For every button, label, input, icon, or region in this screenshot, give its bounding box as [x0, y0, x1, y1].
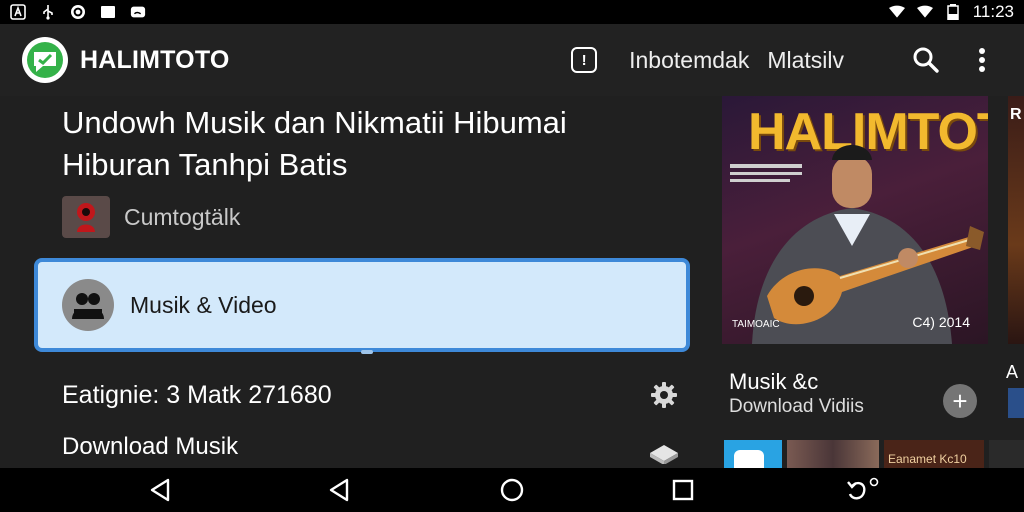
- section-subtitle: Download Vidiis: [729, 396, 864, 417]
- author-row[interactable]: Cumtogtälk: [62, 196, 240, 238]
- peek-mini-thumbnail[interactable]: [1008, 388, 1024, 418]
- wifi-icon: [888, 4, 905, 20]
- status-clock: 11:23: [972, 2, 1014, 21]
- meta-row: Eatignie: 3 Matk 271680: [62, 378, 682, 412]
- usb-icon: [40, 4, 56, 20]
- search-icon: [913, 47, 939, 73]
- back-triangle-icon: [150, 478, 170, 502]
- nav-link-2[interactable]: Mlatsilv: [767, 47, 844, 74]
- page-headline: Undowh Musik dan Nikmatii Hibumai Hibura…: [62, 105, 567, 182]
- nav-link-1[interactable]: Inbotemdak: [629, 47, 749, 74]
- add-button[interactable]: +: [943, 384, 977, 418]
- image-icon: [100, 4, 116, 20]
- chat-icon: [27, 42, 63, 78]
- next-thumbnail-peek[interactable]: R: [1008, 96, 1024, 344]
- section-title: Musik &c: [729, 369, 819, 394]
- recents-square-icon: [672, 479, 694, 501]
- battery-icon: [945, 4, 961, 20]
- search-button[interactable]: [906, 40, 946, 80]
- back-icon: [329, 478, 349, 502]
- featured-small-text: TAIMOAIC: [732, 319, 780, 330]
- status-icons-right: 11:23: [888, 2, 1014, 22]
- author-avatar: [62, 196, 110, 238]
- download-label: Download Musik: [62, 433, 239, 460]
- app-logo[interactable]: [22, 37, 68, 83]
- overflow-menu-button[interactable]: [962, 40, 1002, 80]
- app-screen: 11:23 HALIMTOTO ! Inbotemdak Mlatsilv Un…: [0, 0, 1024, 512]
- meta-text: Eatignie: 3 Matk 271680: [62, 380, 332, 409]
- nav-home-button[interactable]: [494, 472, 530, 508]
- nav-back-button[interactable]: [142, 472, 178, 508]
- info-button[interactable]: !: [571, 47, 598, 73]
- download-row[interactable]: Download Musik: [62, 430, 682, 464]
- featured-thumbnail[interactable]: HALIMTOTO TAIMOAIC C4) 2014: [722, 96, 988, 344]
- app-title: HALIMTOTO: [80, 45, 230, 74]
- font-icon: [10, 4, 26, 20]
- system-nav-bar: [0, 468, 1024, 512]
- strip-thumbnail-4[interactable]: [989, 440, 1024, 468]
- nav-recents-button[interactable]: [665, 472, 701, 508]
- musician-illustration: [730, 145, 984, 344]
- app-bar-actions: ! Inbotemdak Mlatsilv: [571, 40, 1002, 80]
- nav-back-alt-button[interactable]: [321, 472, 357, 508]
- card-indicator: [361, 350, 373, 354]
- author-name: Cumtogtälk: [124, 203, 241, 230]
- box-icon: [650, 445, 678, 464]
- home-circle-icon: [500, 478, 524, 502]
- peek-letter: R: [1010, 106, 1022, 123]
- download-button[interactable]: [646, 430, 682, 464]
- strip-caption: Eanamet Kc10: [888, 452, 967, 466]
- strip-thumbnail-3[interactable]: Eanamet Kc10: [884, 440, 984, 468]
- peek-section-letter: A: [1006, 362, 1019, 382]
- category-card-musik-video[interactable]: Musik & Video: [34, 258, 690, 352]
- thumbnail-strip: Eanamet Kc10: [724, 440, 1024, 468]
- nav-rotate-button[interactable]: [844, 472, 880, 508]
- settings-button[interactable]: [646, 377, 682, 413]
- cast-icon: [130, 4, 146, 20]
- featured-year: C4) 2014: [912, 314, 970, 330]
- signal-icon: [916, 4, 933, 20]
- group-icon: [62, 279, 114, 331]
- more-vertical-icon: [979, 48, 985, 72]
- gear-icon: [651, 382, 677, 408]
- status-bar: 11:23: [0, 0, 1024, 24]
- strip-thumbnail-2[interactable]: [787, 440, 879, 468]
- avatar-icon: [77, 203, 95, 232]
- category-label: Musik & Video: [130, 291, 277, 318]
- strip-thumbnail-1[interactable]: [724, 440, 782, 468]
- status-icons-left: [10, 4, 146, 20]
- rotate-icon: [847, 477, 879, 500]
- app-bar: HALIMTOTO ! Inbotemdak Mlatsilv: [0, 24, 1024, 96]
- sync-icon: [70, 4, 86, 20]
